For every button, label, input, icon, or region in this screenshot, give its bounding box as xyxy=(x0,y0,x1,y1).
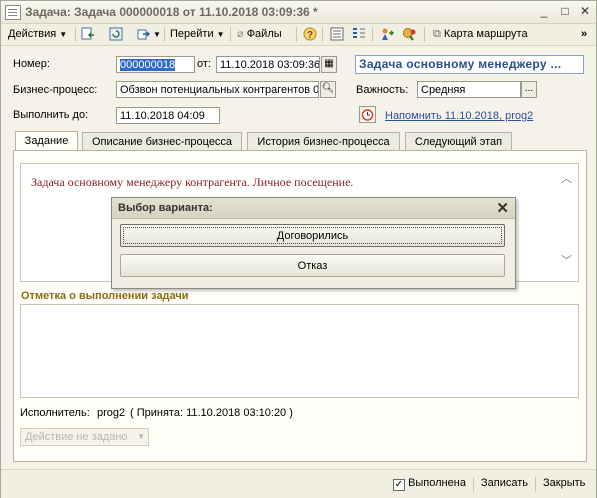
structure-icon[interactable] xyxy=(137,27,151,41)
toolbar-separator xyxy=(322,27,323,42)
calendar-icon: ▦ xyxy=(324,58,334,69)
route-map-label: Карта маршрута xyxy=(443,28,528,40)
toolbar-separator xyxy=(372,27,373,42)
save-button[interactable]: Записать xyxy=(481,477,528,489)
close-button[interactable]: ✕ xyxy=(577,4,593,19)
tab-process-history[interactable]: История бизнес-процесса xyxy=(247,132,400,150)
columns-icon[interactable] xyxy=(352,27,366,41)
calendar-button[interactable]: ▦ xyxy=(321,56,337,73)
ellipsis-icon: ... xyxy=(524,83,534,94)
importance-select-button[interactable]: ... xyxy=(521,81,537,98)
task-title-field[interactable]: Задача основному менеджеру ... xyxy=(355,55,584,74)
toolbar-separator xyxy=(75,27,76,42)
executor-value: prog2 xyxy=(97,407,126,419)
action-combo-value: Действие не задано xyxy=(25,431,128,443)
dialog-close-button[interactable]: ✕ xyxy=(496,199,509,217)
scroll-down-icon[interactable]: ﹀ xyxy=(561,256,573,267)
process-search-button[interactable]: 🔍︎ xyxy=(320,81,336,98)
number-label: Номер: xyxy=(13,58,50,70)
task-title: Задача основному менеджеру ... xyxy=(359,57,562,71)
actions-label: Действия xyxy=(8,28,57,40)
from-label: от: xyxy=(197,58,211,70)
dialog-title: Выбор варианта: xyxy=(118,202,213,214)
dropdown-arrow-icon: ▼ xyxy=(137,432,145,441)
tab-next-stage[interactable]: Следующий этап xyxy=(405,132,512,150)
process-label: Бизнес-процесс: xyxy=(13,84,98,96)
help-glyph: ? xyxy=(307,30,313,41)
goto-menu[interactable]: Перейти ▼ xyxy=(170,27,225,42)
dropdown-arrow-icon[interactable]: ▼ xyxy=(153,27,161,42)
scroll-up-icon[interactable]: ︿ xyxy=(561,174,573,185)
route-map-button[interactable]: ⧉ Карта маршрута xyxy=(433,27,528,42)
dialog-header: Выбор варианта: ✕ xyxy=(112,198,515,219)
files-label: Файлы xyxy=(246,28,282,40)
bottom-separator xyxy=(473,477,474,492)
actions-menu[interactable]: Действия ▼ xyxy=(8,27,67,42)
route-map-icon: ⧉ xyxy=(433,28,441,40)
checkbox-icon: ✓ xyxy=(393,479,405,491)
process-field[interactable]: Обзвон потенциальных контрагентов 0 xyxy=(116,81,319,98)
number-field[interactable]: 000000018 xyxy=(116,56,195,73)
completed-checkbox[interactable]: ✓ Выполнена xyxy=(393,477,466,491)
action-combo: Действие не задано ▼ xyxy=(20,428,149,446)
choice-dialog: Выбор варианта: ✕ Договорились Отказ xyxy=(111,197,516,289)
due-label: Выполнить до: xyxy=(13,109,89,121)
redirect-icon[interactable] xyxy=(380,27,394,41)
date-field[interactable]: 11.10.2018 03:09:36 xyxy=(216,56,320,73)
toolbar-separator xyxy=(164,27,165,42)
title-bar: Задача: Задача 000000018 от 11.10.2018 0… xyxy=(1,1,596,24)
accepted-info: ( Принята: 11.10.2018 03:10:20 ) xyxy=(130,407,293,419)
dropdown-arrow-icon: ▼ xyxy=(216,30,225,39)
tab-process-description[interactable]: Описание бизнес-процесса xyxy=(82,132,242,150)
dropdown-arrow-icon: ▼ xyxy=(59,30,68,39)
goto-label: Перейти xyxy=(170,28,214,40)
task-window: Задача: Задача 000000018 от 11.10.2018 0… xyxy=(0,0,597,498)
paperclip-icon: ⌀ xyxy=(237,28,244,40)
completed-label: Выполнена xyxy=(408,477,466,489)
refresh-icon[interactable] xyxy=(109,27,123,41)
completion-note-field[interactable] xyxy=(20,304,579,398)
files-button[interactable]: ⌀ Файлы xyxy=(237,27,282,42)
accept-task-icon[interactable] xyxy=(402,27,416,41)
minimize-button[interactable]: _ xyxy=(536,4,552,19)
tab-task[interactable]: Задание xyxy=(15,131,78,151)
completion-section-title: Отметка о выполнении задачи xyxy=(21,290,189,302)
executor-label: Исполнитель: xyxy=(20,407,90,419)
number-value: 000000018 xyxy=(120,59,176,71)
document-icon xyxy=(5,5,21,20)
toolbar-separator xyxy=(230,27,231,42)
maximize-button[interactable]: □ xyxy=(557,4,573,19)
alarm-clock-icon[interactable] xyxy=(359,106,376,123)
importance-field[interactable]: Средняя xyxy=(417,81,521,98)
toolbar-overflow-button[interactable]: » xyxy=(581,27,587,42)
toolbar-separator xyxy=(424,27,425,42)
help-icon[interactable]: ? xyxy=(303,27,317,41)
bottom-bar: ✓ Выполнена Записать Закрыть xyxy=(1,469,596,498)
option-refusal-button[interactable]: Отказ xyxy=(120,254,505,277)
search-icon: 🔍︎ xyxy=(321,83,335,94)
bottom-separator xyxy=(535,477,536,492)
toolbar-separator xyxy=(296,27,297,42)
close-form-button[interactable]: Закрыть xyxy=(543,477,585,489)
back-to-list-icon[interactable] xyxy=(81,27,95,41)
list-icon[interactable] xyxy=(330,27,344,41)
reminder-link[interactable]: Напомнить 11.10.2018, prog2 xyxy=(385,110,533,122)
importance-label: Важность: xyxy=(356,84,409,96)
task-text: Задача основному менеджеру контрагента. … xyxy=(31,175,354,189)
toolbar: Действия ▼ ▼ Перейти ▼ ⌀ Файлы ? ⧉ Карта… xyxy=(1,24,596,46)
option-agreed-button[interactable]: Договорились xyxy=(120,224,505,247)
window-title: Задача: Задача 000000018 от 11.10.2018 0… xyxy=(25,5,318,19)
due-date-field[interactable]: 11.10.2018 04:09 xyxy=(116,107,220,124)
